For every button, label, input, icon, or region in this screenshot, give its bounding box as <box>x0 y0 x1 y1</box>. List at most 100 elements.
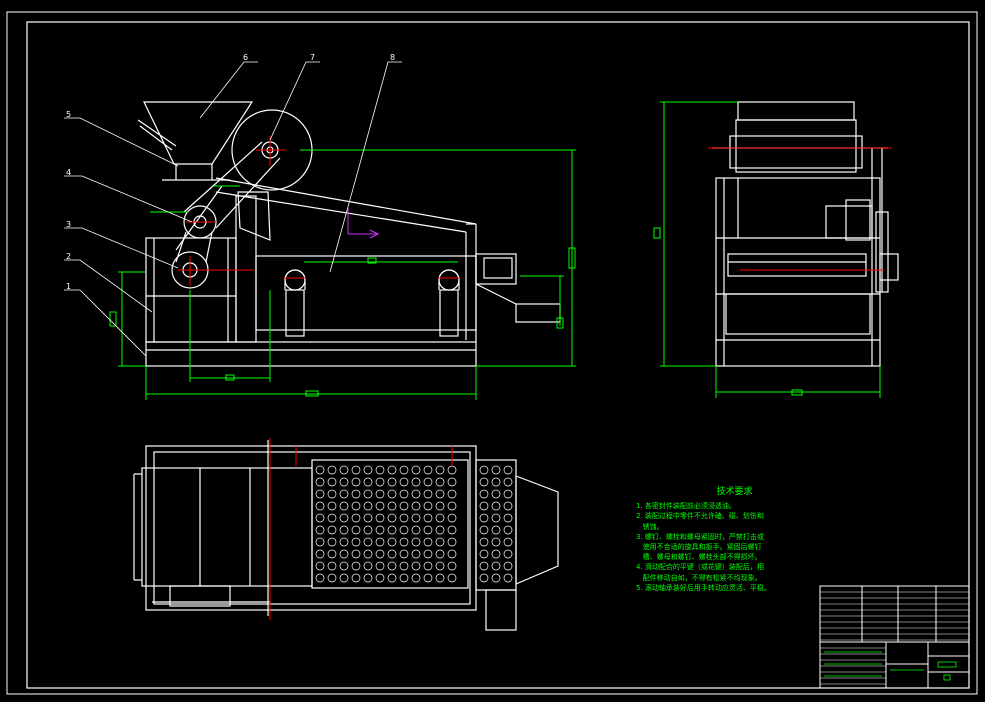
mesh-hole <box>351 573 361 583</box>
front-centerlines <box>178 136 460 286</box>
mesh-hole <box>447 477 457 487</box>
mesh-hole <box>327 573 337 583</box>
mesh-hole <box>411 513 421 523</box>
mesh-hole <box>375 465 385 475</box>
mesh-hole <box>387 549 397 559</box>
mesh-hole <box>435 501 445 511</box>
mesh-hole <box>447 501 457 511</box>
mesh-hole <box>387 573 397 583</box>
mesh-hole <box>423 513 433 523</box>
mesh-hole <box>435 525 445 535</box>
mesh-hole <box>503 513 513 523</box>
mesh-hole <box>491 573 501 583</box>
note-line: 1. 各密封件装配前必须浸透油。 <box>636 502 736 511</box>
mesh-hole <box>339 465 349 475</box>
mesh-hole <box>339 549 349 559</box>
mesh-hole <box>411 465 421 475</box>
balloon-6: 6 <box>243 53 249 62</box>
mesh-hole <box>503 549 513 559</box>
mesh-hole <box>503 561 513 571</box>
mesh-hole <box>491 477 501 487</box>
mesh-hole <box>339 477 349 487</box>
mesh-hole <box>435 573 445 583</box>
mesh-hole <box>315 549 325 559</box>
mesh-hole <box>423 573 433 583</box>
mesh-hole <box>447 465 457 475</box>
mesh-hole <box>503 465 513 475</box>
front-dimensions <box>109 149 576 400</box>
mesh-hole <box>387 525 397 535</box>
mesh-hole <box>327 501 337 511</box>
mesh-hole <box>491 537 501 547</box>
note-line: 2. 装配过程中零件不允许磕、碰、划伤和 <box>636 512 764 521</box>
mesh-hole <box>479 513 489 523</box>
mesh-hole <box>351 525 361 535</box>
note-line: 配件移动自如，不得有松紧不均现象。 <box>636 573 762 582</box>
mesh-hole <box>411 489 421 499</box>
mesh-hole <box>363 549 373 559</box>
mesh-hole <box>411 561 421 571</box>
mesh-hole <box>491 549 501 559</box>
mesh-hole <box>399 501 409 511</box>
mesh-hole <box>375 573 385 583</box>
mesh-hole <box>503 477 513 487</box>
top-view <box>133 440 559 631</box>
mesh-hole <box>479 537 489 547</box>
mesh-hole <box>423 477 433 487</box>
mesh-hole <box>327 561 337 571</box>
mesh-hole <box>339 537 349 547</box>
mesh-hole <box>363 573 373 583</box>
mesh-hole <box>479 489 489 499</box>
balloon-4: 4 <box>66 168 72 177</box>
mesh-hole <box>387 561 397 571</box>
mesh-hole <box>399 561 409 571</box>
mesh-hole <box>339 573 349 583</box>
mesh-hole <box>387 489 397 499</box>
mesh-hole <box>375 549 385 559</box>
balloon-2: 2 <box>66 252 72 261</box>
mesh-hole <box>315 501 325 511</box>
outer-border <box>6 11 978 695</box>
mesh-hole <box>399 537 409 547</box>
mesh-hole <box>399 525 409 535</box>
direction-arrow <box>347 208 380 239</box>
side-view <box>712 101 899 367</box>
mesh-hole <box>399 573 409 583</box>
mesh-hole <box>491 525 501 535</box>
mesh-hole <box>363 537 373 547</box>
side-dimensions <box>653 101 881 398</box>
mesh-hole <box>435 477 445 487</box>
mesh-hole <box>375 561 385 571</box>
mesh-hole <box>447 513 457 523</box>
mesh-hole <box>375 525 385 535</box>
mesh-hole <box>375 537 385 547</box>
mesh-hole <box>491 501 501 511</box>
mesh-hole <box>375 489 385 499</box>
mesh-hole <box>351 561 361 571</box>
mesh-hole <box>435 561 445 571</box>
mesh-hole <box>387 537 397 547</box>
mesh-hole <box>327 549 337 559</box>
mesh-hole <box>411 573 421 583</box>
mesh-hole <box>351 477 361 487</box>
mesh-hole <box>375 501 385 511</box>
mesh-hole <box>363 513 373 523</box>
cad-drawing <box>6 11 978 695</box>
mesh-hole <box>387 465 397 475</box>
mesh-hole <box>363 525 373 535</box>
mesh-hole <box>399 549 409 559</box>
note-line: 5. 滚动轴承装好后用手转动应灵活、平稳。 <box>636 583 771 592</box>
notes-title: 技术要求 <box>716 487 753 497</box>
mesh-hole <box>479 501 489 511</box>
mesh-hole <box>447 489 457 499</box>
mesh-hole <box>315 537 325 547</box>
mesh-hole <box>339 489 349 499</box>
mesh-hole <box>411 501 421 511</box>
note-line: 4. 滑动配合的平键（或花键）装配后，相 <box>636 563 764 572</box>
mesh-hole <box>423 561 433 571</box>
mesh-hole <box>315 477 325 487</box>
mesh-hole <box>423 525 433 535</box>
screen-mesh <box>315 465 513 583</box>
mesh-hole <box>399 465 409 475</box>
mesh-hole <box>351 501 361 511</box>
